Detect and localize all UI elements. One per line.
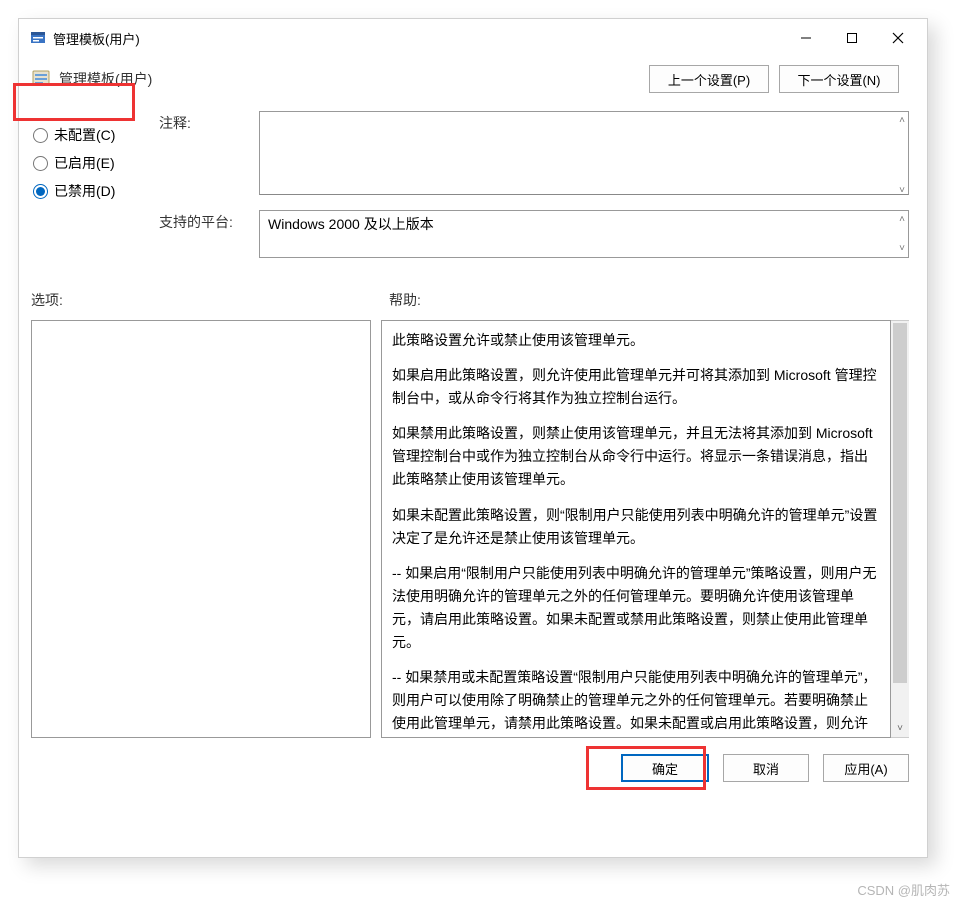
maximize-button[interactable] <box>829 22 875 54</box>
radio-label: 未配置(C) <box>54 125 115 145</box>
radio-input-enabled[interactable] <box>33 156 48 171</box>
scrollbar-thumb[interactable] <box>893 323 907 683</box>
scroll-down-icon: ˅ <box>899 185 905 196</box>
comment-label: 注释: <box>159 111 259 200</box>
options-pane <box>31 320 371 738</box>
scroll-down-icon: ˅ <box>899 243 905 254</box>
chevron-down-icon[interactable]: ˅ <box>891 719 909 737</box>
help-text: 此策略设置允许或禁止使用该管理单元。 <box>392 329 880 352</box>
app-icon <box>29 29 47 47</box>
radio-disabled[interactable]: 已禁用(D) <box>31 181 159 201</box>
title-bar[interactable]: 管理模板(用户) <box>19 19 927 57</box>
scroll-up-icon: ˄ <box>899 115 905 126</box>
platform-box: Windows 2000 及以上版本 <box>259 210 909 258</box>
help-scrollbar[interactable]: ˅ <box>891 320 909 738</box>
radio-input-disabled[interactable] <box>33 184 48 199</box>
radio-label: 已启用(E) <box>54 153 115 173</box>
platform-label: 支持的平台: <box>159 210 259 258</box>
radio-label: 已禁用(D) <box>54 181 115 201</box>
help-label: 帮助: <box>389 290 421 310</box>
watermark-text: CSDN @肌肉苏 <box>857 880 950 899</box>
window-title: 管理模板(用户) <box>53 29 140 48</box>
help-text: 如果禁用此策略设置，则禁止使用该管理单元，并且无法将其添加到 Microsoft… <box>392 422 880 491</box>
dialog-window: 管理模板(用户) 管理模板(用户) 上一个设置(P) 下一个设置(N) 未配置(… <box>18 18 928 858</box>
close-button[interactable] <box>875 22 921 54</box>
help-text: -- 如果禁用或未配置策略设置“限制用户只能使用列表中明确允许的管理单元”，则用… <box>392 666 880 738</box>
prev-setting-button[interactable]: 上一个设置(P) <box>649 65 769 93</box>
minimize-button[interactable] <box>783 22 829 54</box>
help-text: 如果启用此策略设置，则允许使用此管理单元并可将其添加到 Microsoft 管理… <box>392 364 880 410</box>
header-caption: 管理模板(用户) <box>59 69 152 89</box>
help-text: -- 如果启用“限制用户只能使用列表中明确允许的管理单元”策略设置，则用户无法使… <box>392 562 880 654</box>
cancel-button[interactable]: 取消 <box>723 754 809 782</box>
help-text: 如果未配置此策略设置，则“限制用户只能使用列表中明确允许的管理单元”设置决定了是… <box>392 504 880 550</box>
next-setting-button[interactable]: 下一个设置(N) <box>779 65 899 93</box>
comment-textarea[interactable] <box>259 111 909 195</box>
scroll-up-icon: ˄ <box>899 214 905 225</box>
radio-enabled[interactable]: 已启用(E) <box>31 153 159 173</box>
policy-icon <box>31 69 51 89</box>
radio-not-configured[interactable]: 未配置(C) <box>31 125 159 145</box>
radio-input-not-configured[interactable] <box>33 128 48 143</box>
options-label: 选项: <box>31 290 389 310</box>
help-pane: 此策略设置允许或禁止使用该管理单元。 如果启用此策略设置，则允许使用此管理单元并… <box>381 320 891 738</box>
ok-button[interactable]: 确定 <box>621 754 709 782</box>
apply-button[interactable]: 应用(A) <box>823 754 909 782</box>
